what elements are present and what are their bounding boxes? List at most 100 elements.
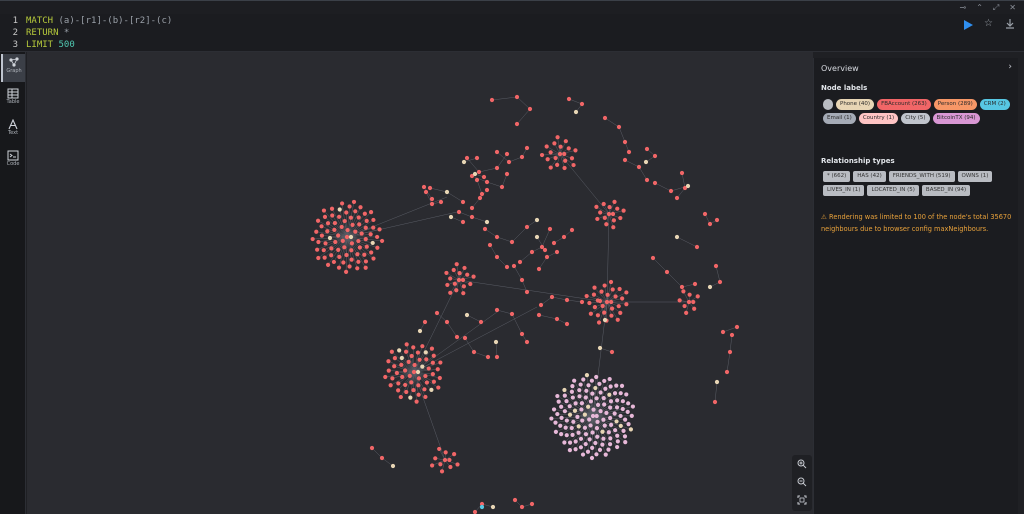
graph-node[interactable] bbox=[572, 408, 578, 413]
graph-node[interactable] bbox=[321, 248, 326, 253]
graph-node[interactable] bbox=[454, 262, 459, 267]
graph-node[interactable] bbox=[494, 354, 500, 360]
graph-node[interactable] bbox=[315, 247, 320, 252]
graph-node[interactable] bbox=[567, 447, 572, 453]
graph-node[interactable] bbox=[610, 211, 616, 217]
graph-node[interactable] bbox=[594, 413, 599, 419]
graph-node[interactable] bbox=[348, 215, 354, 220]
graph-node[interactable] bbox=[562, 440, 567, 445]
graph-node[interactable] bbox=[400, 374, 405, 380]
graph-node[interactable] bbox=[629, 413, 634, 418]
graph-node[interactable] bbox=[454, 334, 460, 340]
relationship-edge[interactable] bbox=[559, 153, 610, 215]
graph-node[interactable] bbox=[573, 109, 579, 115]
graph-node[interactable] bbox=[423, 189, 429, 195]
graph-node[interactable] bbox=[534, 217, 540, 223]
graph-node[interactable] bbox=[494, 234, 500, 240]
graph-node[interactable] bbox=[358, 205, 363, 210]
graph-node[interactable] bbox=[509, 311, 515, 317]
graph-node[interactable] bbox=[427, 185, 433, 191]
graph-node[interactable] bbox=[319, 224, 324, 229]
graph-node[interactable] bbox=[398, 394, 403, 400]
relationship-edge[interactable] bbox=[538, 256, 548, 270]
graph-node[interactable] bbox=[620, 296, 625, 301]
graph-node[interactable] bbox=[598, 390, 603, 395]
graph-node[interactable] bbox=[439, 469, 445, 474]
graph-node[interactable] bbox=[607, 442, 613, 447]
graph-node[interactable] bbox=[371, 256, 376, 261]
graph-node[interactable] bbox=[614, 383, 619, 388]
graph-node[interactable] bbox=[603, 452, 608, 457]
graph-node[interactable] bbox=[353, 209, 358, 214]
graph-node[interactable] bbox=[329, 206, 335, 211]
graph-node[interactable] bbox=[564, 433, 569, 438]
graph-node[interactable] bbox=[597, 381, 602, 386]
graph-node[interactable] bbox=[609, 306, 615, 311]
graph-node[interactable] bbox=[597, 345, 603, 351]
relationship-edge[interactable] bbox=[638, 166, 648, 181]
graph-node[interactable] bbox=[682, 303, 687, 309]
graph-node[interactable] bbox=[539, 152, 545, 158]
graph-node[interactable] bbox=[474, 155, 480, 161]
graph-node[interactable] bbox=[512, 497, 518, 503]
graph-node[interactable] bbox=[457, 270, 462, 276]
relationship-edge[interactable] bbox=[458, 279, 608, 303]
graph-node[interactable] bbox=[322, 214, 328, 219]
relationship-edge[interactable] bbox=[714, 381, 718, 403]
graph-node[interactable] bbox=[429, 201, 435, 207]
graph-node[interactable] bbox=[454, 288, 459, 293]
graph-node[interactable] bbox=[600, 442, 605, 447]
graph-node[interactable] bbox=[462, 265, 467, 271]
graph-node[interactable] bbox=[471, 274, 476, 279]
graph-node[interactable] bbox=[331, 259, 336, 265]
graph-node[interactable] bbox=[624, 392, 629, 397]
relationship-edge[interactable] bbox=[726, 351, 731, 373]
graph-node[interactable] bbox=[460, 219, 466, 225]
graph-node[interactable] bbox=[585, 449, 591, 454]
graph-node[interactable] bbox=[674, 195, 680, 201]
graph-node[interactable] bbox=[563, 425, 568, 430]
graph-node[interactable] bbox=[417, 357, 422, 362]
graph-node[interactable] bbox=[601, 417, 606, 422]
graph-node[interactable] bbox=[332, 220, 338, 226]
graph-node[interactable] bbox=[514, 94, 520, 100]
relationship-edge[interactable] bbox=[681, 172, 686, 189]
graph-node[interactable] bbox=[609, 422, 614, 427]
graph-node[interactable] bbox=[545, 157, 550, 162]
graph-node[interactable] bbox=[608, 405, 613, 410]
graph-canvas[interactable] bbox=[27, 52, 813, 514]
graph-node[interactable] bbox=[481, 174, 487, 180]
graph-node[interactable] bbox=[622, 157, 628, 163]
graph-node[interactable] bbox=[548, 165, 553, 170]
graph-node[interactable] bbox=[364, 218, 369, 223]
graph-node[interactable] bbox=[594, 396, 599, 401]
graph-node[interactable] bbox=[430, 360, 435, 365]
node-label-chip[interactable]: Country (1) bbox=[858, 113, 899, 124]
graph-node[interactable] bbox=[504, 151, 510, 157]
graph-node[interactable] bbox=[573, 148, 578, 153]
relationship-type-chip[interactable]: LIVES_IN (1) bbox=[823, 185, 865, 196]
graph-node[interactable] bbox=[603, 386, 608, 391]
graph-node[interactable] bbox=[539, 244, 545, 250]
graph-node[interactable] bbox=[344, 234, 350, 240]
graph-node[interactable] bbox=[431, 379, 436, 384]
graph-node[interactable] bbox=[363, 259, 369, 264]
relationship-type-chip[interactable]: LOCATED_IN (5) bbox=[867, 185, 919, 196]
graph-node[interactable] bbox=[613, 294, 618, 299]
graph-node[interactable] bbox=[456, 209, 462, 215]
graph-node[interactable] bbox=[343, 269, 349, 274]
graph-node[interactable] bbox=[348, 234, 354, 240]
graph-node[interactable] bbox=[330, 213, 335, 218]
graph-node[interactable] bbox=[559, 404, 564, 409]
graph-node[interactable] bbox=[555, 393, 560, 399]
graph-node[interactable] bbox=[390, 463, 396, 469]
graph-node[interactable] bbox=[357, 245, 362, 250]
graph-node[interactable] bbox=[717, 279, 723, 285]
graph-node[interactable] bbox=[469, 205, 475, 211]
relationship-edge[interactable] bbox=[484, 228, 498, 238]
graph-node[interactable] bbox=[615, 439, 620, 444]
graph-node[interactable] bbox=[392, 364, 397, 369]
graph-node[interactable] bbox=[356, 259, 361, 264]
graph-node[interactable] bbox=[490, 504, 496, 510]
graph-node[interactable] bbox=[583, 441, 588, 447]
